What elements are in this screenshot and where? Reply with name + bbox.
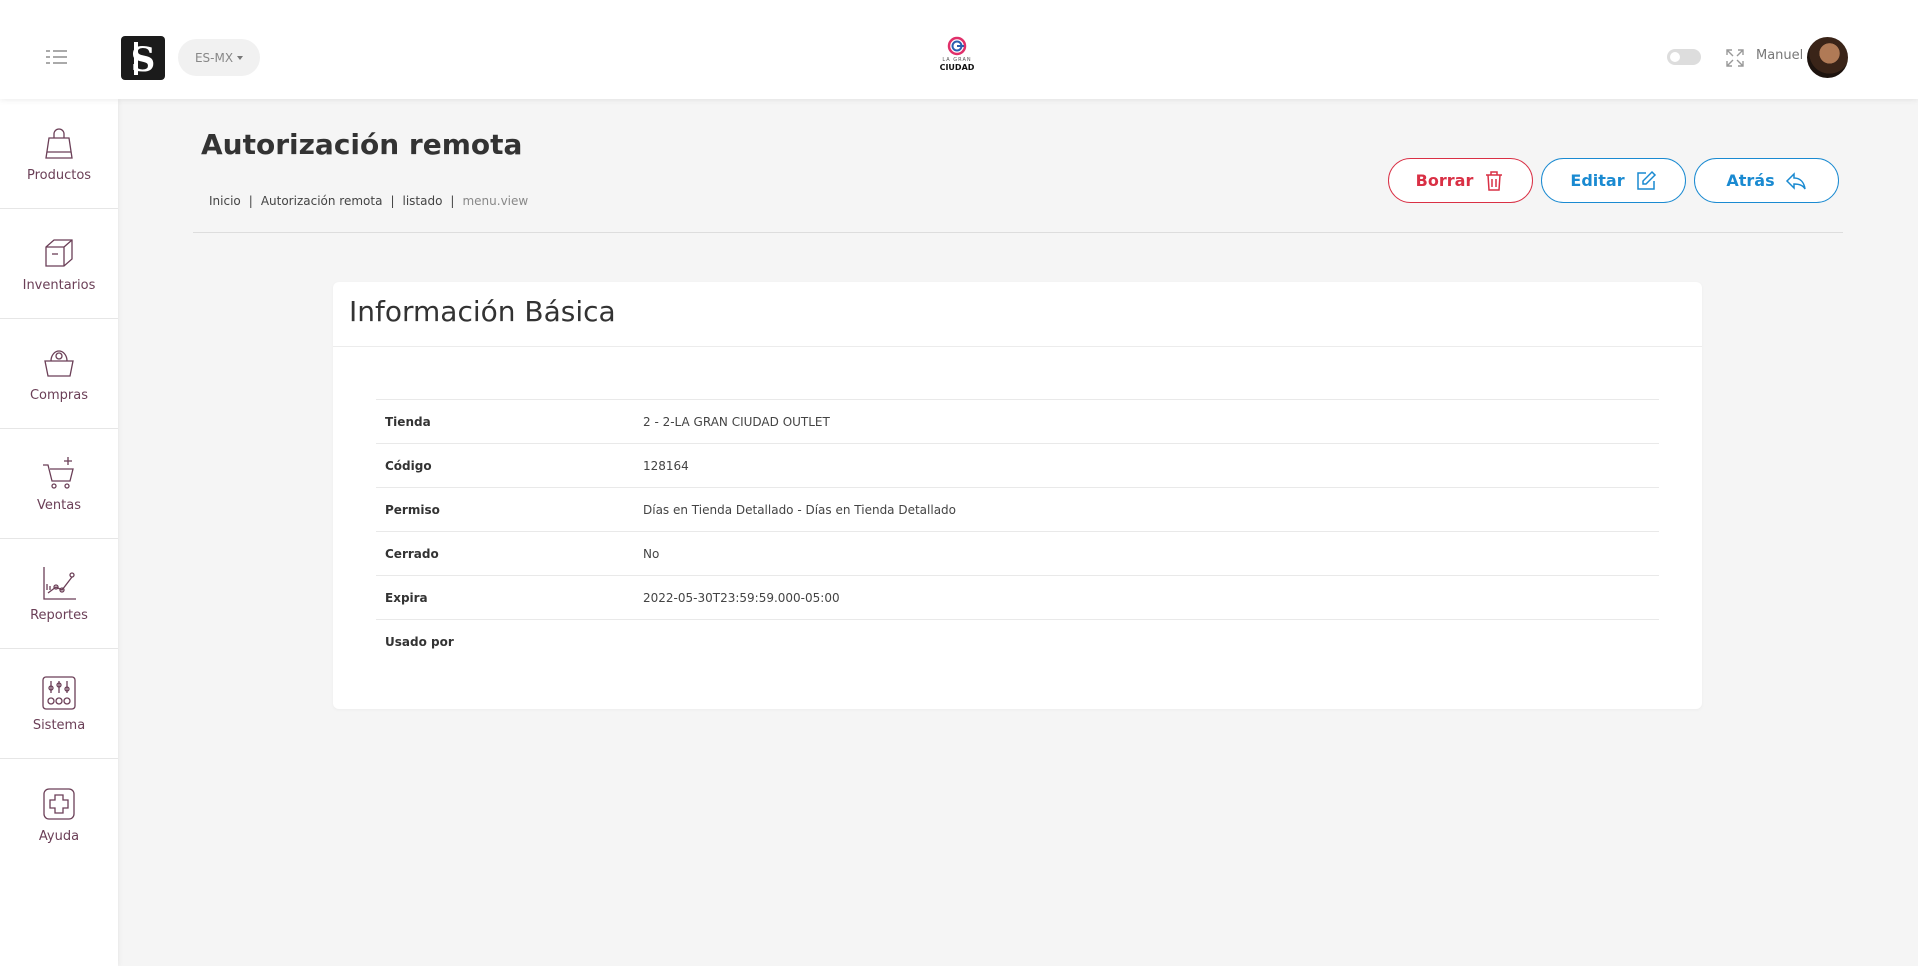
field-value: 2022-05-30T23:59:59.000-05:00 — [643, 590, 840, 605]
sidebar-item-productos[interactable]: Productos — [0, 99, 118, 209]
back-button-label: Atrás — [1726, 171, 1775, 190]
control-panel-icon — [42, 676, 76, 710]
basic-info-card: Información Básica Tienda 2 - 2-LA GRAN … — [333, 282, 1702, 709]
table-row: Expira 2022-05-30T23:59:59.000-05:00 — [376, 575, 1659, 620]
sidebar-item-label: Compras — [29, 388, 89, 403]
shopping-bag-icon — [45, 128, 73, 159]
top-bar: S ES-MX LA GRAN CIUDAD Manuel — [0, 0, 1918, 99]
breadcrumb-separator: | — [450, 194, 455, 208]
table-row: Código 128164 — [376, 443, 1659, 488]
breadcrumb-item-current: menu.view — [462, 194, 529, 208]
sidebar-item-label: Reportes — [30, 608, 88, 623]
sidebar: Productos Inventarios Compras Ventas Rep… — [0, 99, 118, 966]
basket-icon — [44, 350, 74, 377]
breadcrumb-separator: | — [390, 194, 395, 208]
field-label: Cerrado — [385, 546, 439, 561]
field-label: Permiso — [385, 502, 440, 517]
sidebar-item-label: Inventarios — [22, 278, 96, 293]
trash-icon — [1486, 170, 1503, 191]
brand-logo[interactable]: S — [120, 35, 166, 81]
sidebar-item-label: Ventas — [37, 498, 81, 513]
sidebar-item-compras[interactable]: Compras — [0, 319, 118, 429]
store-logo-text: CIUDAD — [939, 63, 975, 72]
table-row: Cerrado No — [376, 531, 1659, 576]
info-table: Tienda 2 - 2-LA GRAN CIUDAD OUTLET Códig… — [376, 399, 1659, 664]
fullscreen-icon[interactable] — [1726, 49, 1744, 67]
box-icon — [45, 239, 73, 267]
field-value: Días en Tienda Detallado - Días en Tiend… — [643, 502, 957, 517]
edit-icon — [1636, 170, 1656, 190]
header-divider — [193, 232, 1843, 233]
reply-arrow-icon — [1785, 171, 1806, 190]
sidebar-item-sistema[interactable]: Sistema — [0, 649, 118, 759]
table-row: Usado por — [376, 619, 1659, 664]
field-label: Tienda — [385, 414, 431, 429]
breadcrumb-item-list[interactable]: listado — [402, 194, 442, 208]
language-select[interactable]: ES-MX — [178, 39, 260, 76]
sidebar-item-ventas[interactable]: Ventas — [0, 429, 118, 539]
back-button[interactable]: Atrás — [1694, 158, 1839, 203]
cart-icon — [43, 457, 74, 489]
language-value: ES-MX — [194, 50, 234, 65]
help-plus-icon — [43, 787, 75, 820]
sidebar-item-inventarios[interactable]: Inventarios — [0, 209, 118, 319]
chevron-down-icon — [237, 56, 244, 60]
breadcrumb-item-inicio[interactable]: Inicio — [209, 194, 241, 208]
breadcrumb-separator: | — [248, 194, 253, 208]
field-value — [643, 620, 1659, 664]
edit-button-label: Editar — [1570, 171, 1625, 190]
delete-button-label: Borrar — [1415, 171, 1474, 190]
page-title: Autorización remota — [201, 128, 523, 161]
sidebar-item-reportes[interactable]: Reportes — [0, 539, 118, 649]
store-logo-mark — [947, 36, 967, 56]
delete-button[interactable]: Borrar — [1388, 158, 1533, 203]
card-title: Información Básica — [333, 282, 1702, 347]
chart-icon — [43, 567, 76, 600]
store-logo: LA GRAN CIUDAD — [935, 36, 979, 78]
menu-list-icon[interactable] — [46, 49, 70, 65]
edit-button[interactable]: Editar — [1541, 158, 1686, 203]
breadcrumb: Inicio | Autorización remota | listado |… — [209, 194, 528, 208]
sidebar-item-label: Sistema — [32, 718, 86, 733]
avatar[interactable] — [1807, 37, 1848, 78]
field-label: Código — [385, 458, 432, 473]
toggle-knob — [1670, 52, 1680, 62]
table-row: Permiso Días en Tienda Detallado - Días … — [376, 487, 1659, 532]
field-label: Usado por — [385, 634, 454, 649]
breadcrumb-item-section[interactable]: Autorización remota — [261, 194, 383, 208]
user-name[interactable]: Manuel — [1756, 48, 1803, 63]
sidebar-item-label: Ayuda — [38, 828, 80, 844]
sidebar-item-ayuda[interactable]: Ayuda — [0, 759, 118, 869]
field-label: Expira — [385, 590, 428, 605]
field-value: 128164 — [643, 458, 689, 473]
theme-toggle[interactable] — [1667, 49, 1701, 65]
table-row: Tienda 2 - 2-LA GRAN CIUDAD OUTLET — [376, 399, 1659, 444]
field-value: No — [643, 546, 660, 561]
sidebar-item-label: Productos — [26, 168, 92, 183]
field-value: 2 - 2-LA GRAN CIUDAD OUTLET — [643, 414, 830, 429]
